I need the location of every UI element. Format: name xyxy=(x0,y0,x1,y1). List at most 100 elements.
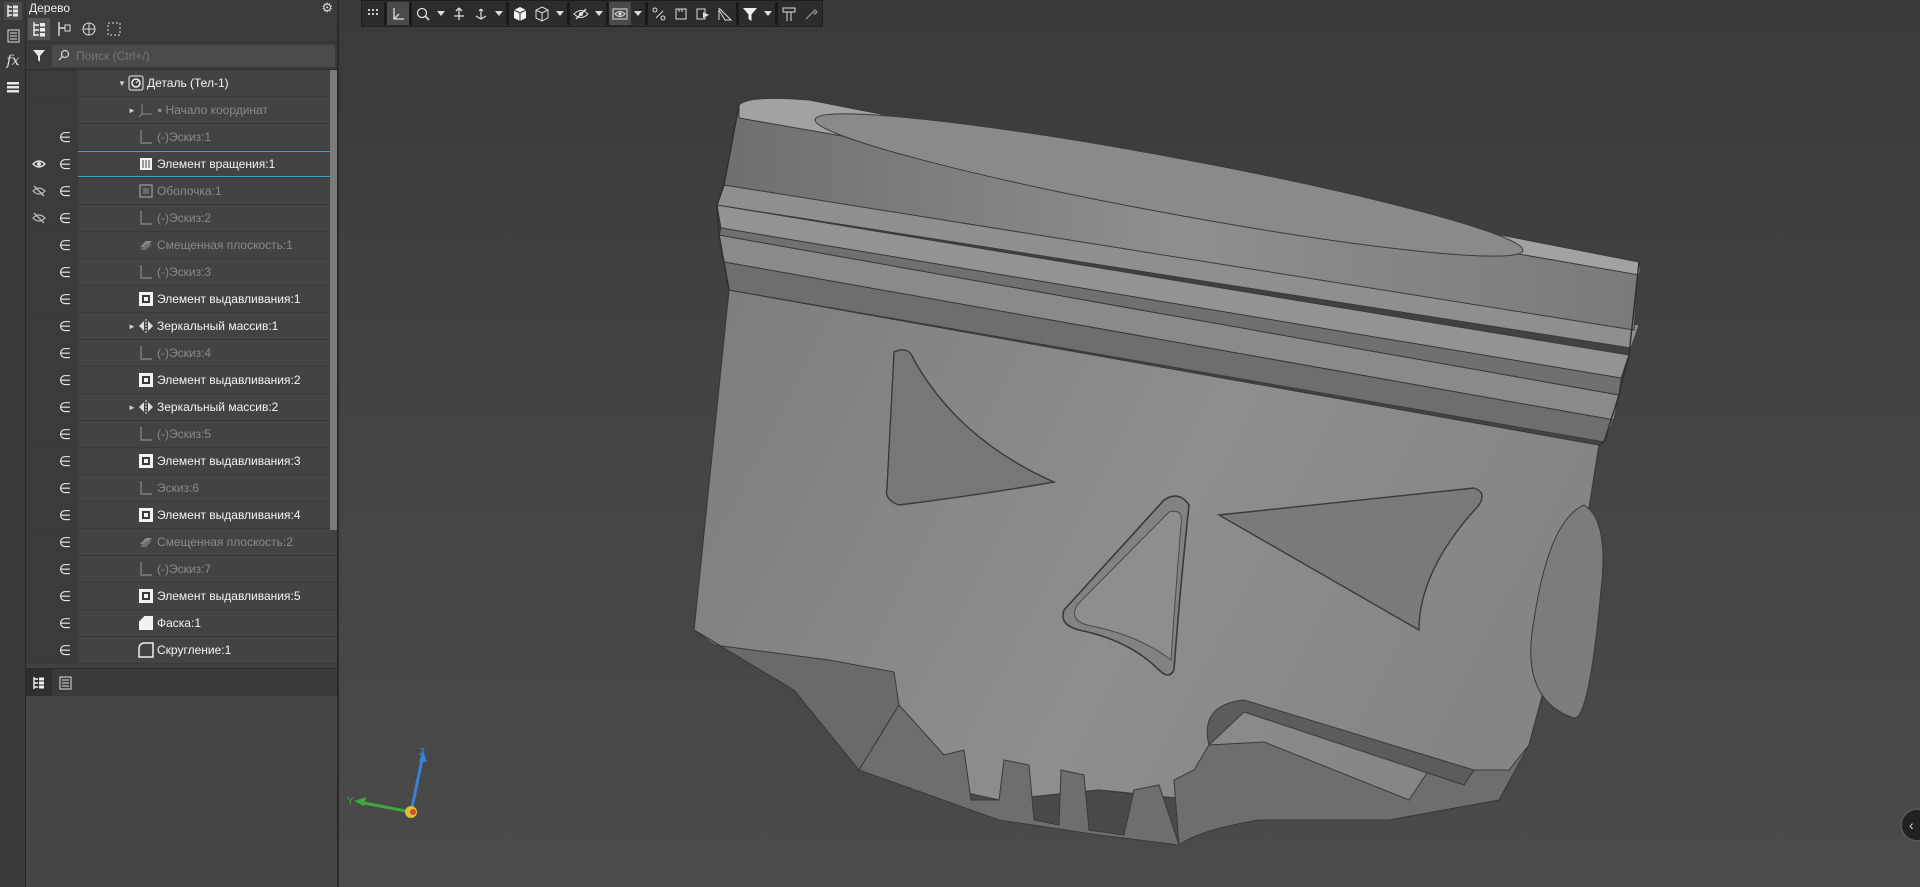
include-in-calculation-icon[interactable]: ∈ xyxy=(52,340,78,366)
tree-node[interactable]: ► Зеркальный массив:2 xyxy=(128,394,278,420)
tree-row[interactable]: ► ● Начало координат xyxy=(26,97,337,124)
tree-node[interactable]: Элемент выдавливания:2 xyxy=(138,367,301,393)
include-in-calculation-icon[interactable]: ∈ xyxy=(52,448,78,474)
tree-row[interactable]: ∈ (-)Эскиз:3 xyxy=(26,259,337,286)
tree-node[interactable]: Оболочка:1 xyxy=(138,178,222,204)
tree-node[interactable]: Эскиз:6 xyxy=(138,475,199,501)
tree-node[interactable]: Смещенная плоскость:2 xyxy=(138,529,293,555)
include-in-calculation-icon[interactable]: ∈ xyxy=(52,178,78,204)
visibility-cell[interactable] xyxy=(26,583,52,609)
tree-node[interactable]: Смещенная плоскость:1 xyxy=(138,232,293,258)
tree-row[interactable]: ∈ (-)Эскиз:2 xyxy=(26,205,337,232)
include-in-calculation-icon[interactable]: ∈ xyxy=(52,421,78,447)
tree-node[interactable]: Элемент выдавливания:4 xyxy=(138,502,301,528)
include-in-calculation-icon[interactable]: ∈ xyxy=(52,394,78,420)
visibility-cell[interactable] xyxy=(26,340,52,366)
visibility-cell[interactable] xyxy=(26,529,52,555)
include-in-calculation-icon[interactable]: ∈ xyxy=(52,583,78,609)
tree-tab-icon[interactable] xyxy=(4,2,22,20)
tree-row[interactable]: ∈ Скругление:1 xyxy=(26,637,337,664)
list-view-tab-icon[interactable] xyxy=(52,669,78,696)
selection-filter-icon[interactable] xyxy=(103,18,125,40)
tree-row[interactable]: ∈ Фаска:1 xyxy=(26,610,337,637)
tree-row[interactable]: ∈ Оболочка:1 xyxy=(26,178,337,205)
expand-arrow-icon[interactable]: ► xyxy=(128,106,138,115)
tree-node[interactable]: ► Зеркальный массив:1 xyxy=(128,313,278,339)
tree-node[interactable]: Скругление:1 xyxy=(138,637,231,663)
tree-node[interactable]: Элемент выдавливания:5 xyxy=(138,583,301,609)
search-box[interactable] xyxy=(52,45,335,67)
tree-node[interactable]: Элемент вращения:1 xyxy=(138,151,275,177)
tree-node[interactable]: ► ● Начало координат xyxy=(128,97,268,123)
tree-row[interactable]: ∈ ► Зеркальный массив:2 xyxy=(26,394,337,421)
tree-node[interactable]: (-)Эскиз:1 xyxy=(138,124,211,150)
tree-view-tab-icon[interactable] xyxy=(26,669,52,696)
tree-row[interactable]: ∈ (-)Эскиз:7 xyxy=(26,556,337,583)
include-in-calculation-icon[interactable]: ∈ xyxy=(52,475,78,501)
include-in-calculation-icon[interactable]: ∈ xyxy=(52,124,78,150)
visibility-cell[interactable] xyxy=(26,286,52,312)
include-in-calculation-icon[interactable]: ∈ xyxy=(52,502,78,528)
visibility-cell[interactable] xyxy=(26,259,52,285)
include-in-calculation-icon[interactable]: ∈ xyxy=(52,205,78,231)
tree-node[interactable]: (-)Эскиз:7 xyxy=(138,556,211,582)
visibility-cell[interactable] xyxy=(26,124,52,150)
visibility-cell[interactable] xyxy=(26,394,52,420)
visibility-cell[interactable] xyxy=(26,556,52,582)
include-in-calculation-icon[interactable]: ∈ xyxy=(52,367,78,393)
tree-row[interactable]: ▼ Деталь (Тел-1) xyxy=(26,70,337,97)
visibility-cell[interactable] xyxy=(26,97,52,123)
properties-tab-icon[interactable] xyxy=(4,27,22,45)
visibility-cell[interactable] xyxy=(26,367,52,393)
build-tree-icon[interactable] xyxy=(28,18,50,40)
tree-row[interactable]: ∈ Смещенная плоскость:1 xyxy=(26,232,337,259)
include-in-calculation-icon[interactable] xyxy=(52,97,78,123)
tree-row[interactable]: ∈ (-)Эскиз:4 xyxy=(26,340,337,367)
expand-arrow-icon[interactable]: ► xyxy=(128,403,138,412)
tree-node[interactable]: Элемент выдавливания:1 xyxy=(138,286,301,312)
3d-viewport[interactable]: Z Y ‹ xyxy=(339,0,1920,887)
layers-icon[interactable] xyxy=(4,78,22,96)
visibility-cell[interactable] xyxy=(26,637,52,663)
hidden-eye-icon[interactable] xyxy=(26,205,52,231)
expand-arrow-icon[interactable]: ► xyxy=(128,322,138,331)
include-in-calculation-icon[interactable] xyxy=(52,70,78,96)
visibility-cell[interactable] xyxy=(26,232,52,258)
tree-node[interactable]: (-)Эскиз:2 xyxy=(138,205,211,231)
gear-icon[interactable]: ⚙ xyxy=(321,0,333,16)
tree-row[interactable]: ∈ ► Зеркальный массив:1 xyxy=(26,313,337,340)
visibility-cell[interactable] xyxy=(26,421,52,447)
visibility-cell[interactable] xyxy=(26,610,52,636)
include-in-calculation-icon[interactable]: ∈ xyxy=(52,637,78,663)
tree-row[interactable]: ∈ Эскиз:6 xyxy=(26,475,337,502)
eye-icon[interactable] xyxy=(26,151,52,177)
tree-node[interactable]: (-)Эскиз:5 xyxy=(138,421,211,447)
tree-row[interactable]: ∈ Элемент выдавливания:4 xyxy=(26,502,337,529)
visibility-cell[interactable] xyxy=(26,448,52,474)
tree-node[interactable]: ▼ Деталь (Тел-1) xyxy=(118,70,229,96)
include-in-calculation-icon[interactable]: ∈ xyxy=(52,151,78,177)
tree-row[interactable]: ∈ Элемент выдавливания:3 xyxy=(26,448,337,475)
hidden-eye-icon[interactable] xyxy=(26,178,52,204)
tree-row[interactable]: ∈ Элемент вращения:1 xyxy=(26,151,337,178)
include-in-calculation-icon[interactable]: ∈ xyxy=(52,232,78,258)
tree-scrollbar[interactable] xyxy=(330,70,337,530)
structure-tree-icon[interactable] xyxy=(53,18,75,40)
tree-row[interactable]: ∈ Элемент выдавливания:1 xyxy=(26,286,337,313)
tree-row[interactable]: ∈ Элемент выдавливания:5 xyxy=(26,583,337,610)
tree-node[interactable]: Фаска:1 xyxy=(138,610,201,636)
tree-node[interactable]: (-)Эскиз:4 xyxy=(138,340,211,366)
filter-icon[interactable] xyxy=(26,49,52,63)
visibility-cell[interactable] xyxy=(26,502,52,528)
search-input[interactable] xyxy=(74,48,328,64)
visibility-cell[interactable] xyxy=(26,475,52,501)
include-in-calculation-icon[interactable]: ∈ xyxy=(52,610,78,636)
tree-node[interactable]: Элемент выдавливания:3 xyxy=(138,448,301,474)
variables-fx-icon[interactable]: fx xyxy=(4,52,22,70)
include-in-calculation-icon[interactable]: ∈ xyxy=(52,313,78,339)
expand-arrow-icon[interactable]: ▼ xyxy=(118,79,128,88)
visibility-cell[interactable] xyxy=(26,70,52,96)
tree-row[interactable]: ∈ (-)Эскиз:5 xyxy=(26,421,337,448)
include-in-calculation-icon[interactable]: ∈ xyxy=(52,259,78,285)
bodies-icon[interactable] xyxy=(78,18,100,40)
